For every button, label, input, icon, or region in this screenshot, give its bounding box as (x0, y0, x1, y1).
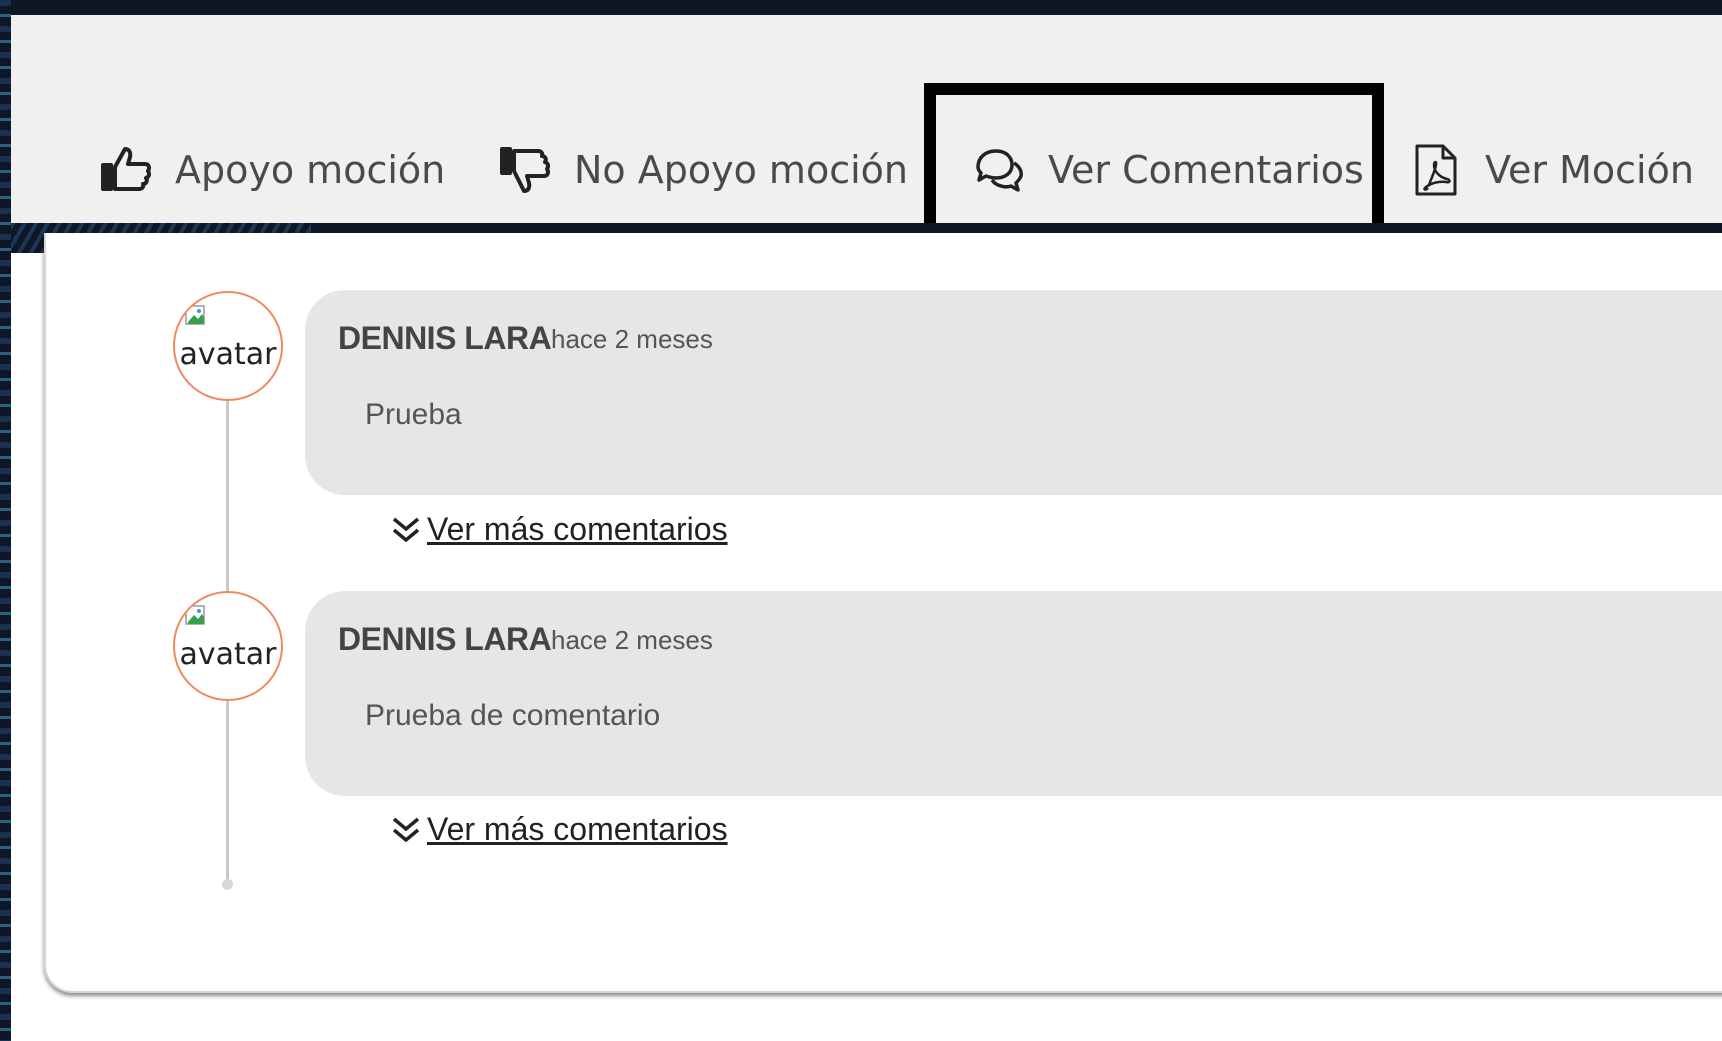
comments-panel: avatar DENNIS LARA hace 2 meses Prueba V… (44, 233, 1722, 993)
timeline-end-dot (222, 879, 233, 890)
view-comments-button[interactable]: Ver Comentarios (924, 83, 1384, 233)
no-support-motion-label: No Apoyo moción (574, 148, 908, 192)
chat-bubbles-icon (972, 143, 1026, 197)
thumbs-up-icon (99, 143, 153, 197)
avatar-alt-text: avatar (179, 336, 277, 372)
avatar: avatar (173, 291, 283, 401)
comment-text: Prueba (365, 398, 462, 431)
double-chevron-down-icon (392, 817, 420, 842)
double-chevron-down-icon (392, 517, 420, 542)
thumbs-down-icon (498, 143, 552, 197)
see-more-comments-link[interactable]: Ver más comentarios (391, 811, 728, 848)
view-motion-label: Ver Moción (1485, 148, 1694, 192)
broken-image-icon (185, 305, 205, 325)
comment-text: Prueba de comentario (365, 699, 661, 732)
view-comments-label: Ver Comentarios (1048, 148, 1364, 192)
see-more-comments-link[interactable]: Ver más comentarios (391, 511, 728, 548)
avatar: avatar (173, 591, 283, 701)
comment-time: hace 2 meses (551, 625, 713, 655)
support-motion-button[interactable]: Apoyo moción (99, 125, 445, 215)
comment-author: DENNIS LARA (338, 621, 552, 657)
broken-image-icon (185, 605, 205, 625)
comment-bubble: DENNIS LARA hace 2 meses Prueba (305, 290, 1722, 495)
support-motion-label: Apoyo moción (175, 148, 446, 192)
comments-card: avatar DENNIS LARA hace 2 meses Prueba V… (11, 233, 1722, 1041)
avatar-alt-text: avatar (179, 636, 277, 672)
comment-time: hace 2 meses (551, 324, 713, 354)
comment-bubble: DENNIS LARA hace 2 meses Prueba de comen… (305, 591, 1722, 796)
pdf-file-icon (1409, 143, 1463, 197)
no-support-motion-button[interactable]: No Apoyo moción (498, 125, 908, 215)
view-motion-button[interactable]: Ver Moción (1409, 125, 1694, 215)
see-more-comments-label: Ver más comentarios (427, 811, 728, 847)
screen: Apoyo moción No Apoyo moción Ver Comenta… (0, 0, 1722, 1041)
action-toolbar: Apoyo moción No Apoyo moción Ver Comenta… (11, 15, 1722, 233)
comment-author: DENNIS LARA (338, 320, 552, 356)
see-more-comments-label: Ver más comentarios (427, 511, 728, 547)
decorative-border-left (0, 0, 11, 1041)
